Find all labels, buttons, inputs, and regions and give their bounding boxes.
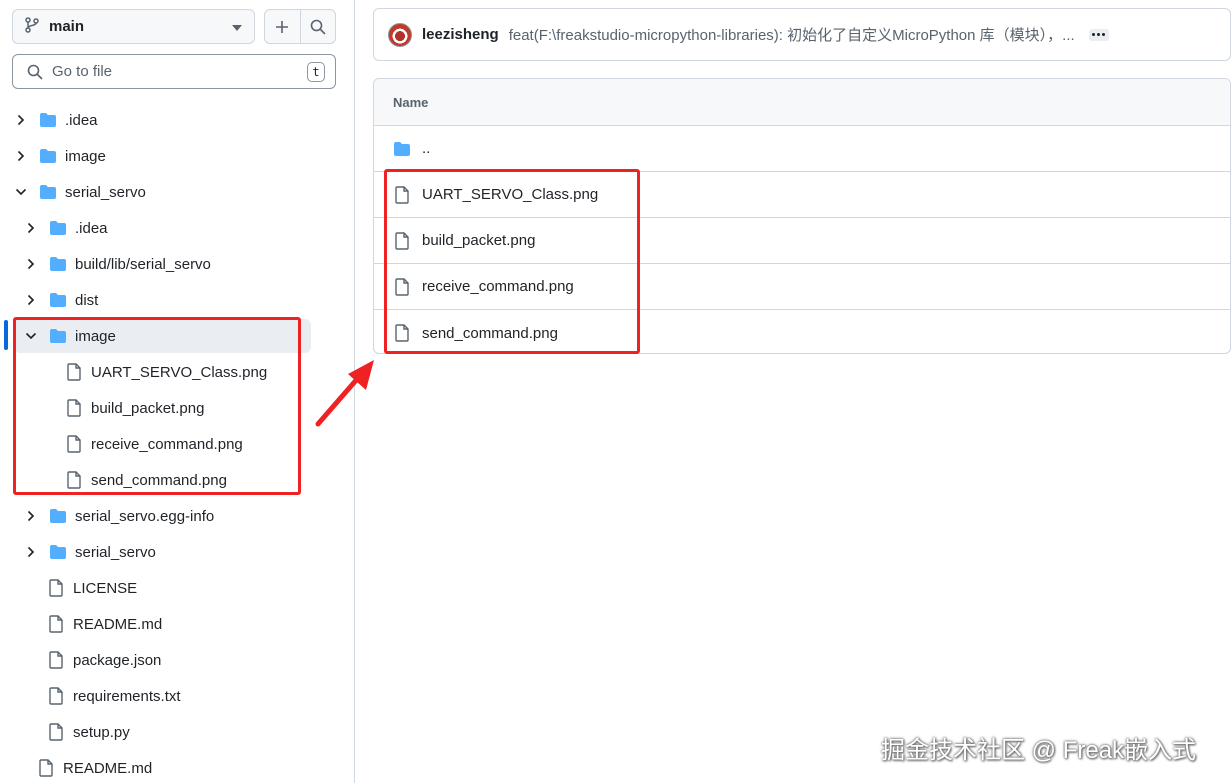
commit-author[interactable]: leezisheng: [422, 26, 499, 43]
shortcut-key: t: [307, 61, 325, 82]
branch-name: main: [49, 18, 85, 35]
tree-file-item[interactable]: README.md: [0, 606, 354, 642]
plus-icon: [276, 20, 289, 33]
caret-down-icon: [232, 18, 242, 35]
search-icon: [27, 64, 43, 80]
tree-item-label: .idea: [65, 111, 98, 129]
chevron-right-icon[interactable]: [24, 546, 38, 558]
tree-file-item[interactable]: setup.py: [0, 714, 354, 750]
tree-folder-item[interactable]: serial_servo: [0, 534, 354, 570]
watermark: 掘金技术社区 @ Freak嵌入式: [881, 737, 1197, 764]
file-icon: [46, 651, 66, 669]
tree-file-item[interactable]: requirements.txt: [0, 678, 354, 714]
folder-icon: [48, 508, 68, 524]
chevron-down-icon[interactable]: [14, 188, 28, 196]
tree-folder-item[interactable]: .idea: [0, 102, 354, 138]
column-name-header: Name: [393, 94, 429, 110]
folder-icon: [48, 256, 68, 272]
file-icon: [46, 579, 66, 597]
folder-icon: [38, 184, 58, 200]
tree-item-label: serial_servo.egg-info: [75, 507, 215, 525]
folder-icon: [38, 112, 58, 128]
search-button[interactable]: [299, 10, 336, 43]
tree-item-label: README.md: [63, 759, 153, 777]
tree-item-label: requirements.txt: [73, 687, 181, 705]
tree-folder-item[interactable]: .idea: [0, 210, 354, 246]
tree-file-item[interactable]: LICENSE: [0, 570, 354, 606]
chevron-right-icon[interactable]: [24, 510, 38, 522]
tree-folder-item[interactable]: build/lib/serial_servo: [0, 246, 354, 282]
tree-actions: [264, 9, 336, 44]
file-icon: [46, 723, 66, 741]
add-file-button[interactable]: [265, 10, 300, 43]
ellipsis-icon[interactable]: [1088, 28, 1109, 41]
highlight-box-table: [384, 169, 640, 354]
go-to-file-input[interactable]: Go to file t: [12, 54, 336, 89]
avatar[interactable]: [388, 22, 412, 47]
file-name-link[interactable]: ..: [422, 140, 430, 157]
tree-item-label: build/lib/serial_servo: [75, 255, 211, 273]
tree-item-label: .idea: [75, 219, 108, 237]
table-row-parent-dir[interactable]: ..: [374, 126, 1230, 172]
tree-file-item[interactable]: README.md: [0, 750, 354, 783]
folder-icon: [48, 544, 68, 560]
tree-item-label: setup.py: [73, 723, 130, 741]
latest-commit-bar: leezisheng feat(F:\freakstudio-micropyth…: [373, 8, 1231, 61]
tree-folder-item[interactable]: serial_servo.egg-info: [0, 498, 354, 534]
tree-item-label: serial_servo: [65, 183, 146, 201]
tree-folder-item[interactable]: dist: [0, 282, 354, 318]
tree-item-label: README.md: [73, 615, 163, 633]
tree-item-label: LICENSE: [73, 579, 138, 597]
chevron-right-icon[interactable]: [14, 150, 28, 162]
search-icon: [310, 19, 326, 35]
folder-icon: [393, 141, 411, 157]
arrow-icon: [315, 360, 374, 427]
tree-item-label: dist: [75, 291, 99, 309]
chevron-right-icon[interactable]: [24, 258, 38, 270]
tree-item-label: image: [65, 147, 106, 165]
go-to-file-placeholder: Go to file: [52, 63, 113, 80]
tree-file-item[interactable]: package.json: [0, 642, 354, 678]
folder-icon: [48, 220, 68, 236]
tree-folder-item[interactable]: serial_servo: [0, 174, 354, 210]
file-icon: [46, 615, 66, 633]
tree-item-label: serial_servo: [75, 543, 156, 561]
folder-icon: [38, 148, 58, 164]
file-icon: [46, 687, 66, 705]
tree-folder-item[interactable]: image: [0, 138, 354, 174]
branch-selector[interactable]: main: [12, 9, 255, 44]
table-header: Name: [374, 79, 1230, 126]
chevron-right-icon[interactable]: [24, 294, 38, 306]
folder-icon: [48, 292, 68, 308]
tree-item-label: package.json: [73, 651, 162, 669]
git-branch-icon: [25, 16, 39, 37]
file-icon: [36, 759, 56, 777]
chevron-right-icon[interactable]: [14, 114, 28, 126]
commit-message[interactable]: feat(F:\freakstudio-micropython-librarie…: [509, 24, 1075, 45]
highlight-box-sidebar: [13, 317, 301, 495]
chevron-right-icon[interactable]: [24, 222, 38, 234]
